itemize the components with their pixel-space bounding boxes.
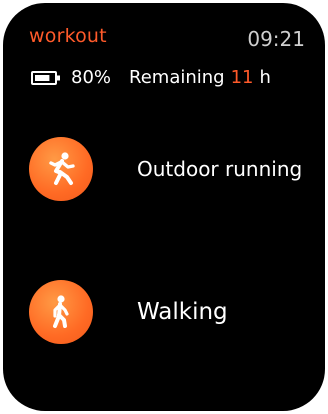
walking-person-icon: [29, 280, 93, 344]
activity-label-outdoor-running: Outdoor running: [137, 157, 303, 181]
battery-icon: [31, 70, 61, 86]
battery-percent: 80%: [71, 67, 112, 88]
running-person-icon: [29, 137, 93, 201]
remaining-label: Remaining: [129, 67, 225, 88]
activity-label-walking: Walking: [137, 299, 228, 325]
battery-status-row: 80% Remaining 11 h: [31, 67, 271, 88]
activity-item-walking[interactable]: Walking: [29, 280, 325, 344]
remaining-value: 11: [230, 67, 254, 88]
activity-item-outdoor-running[interactable]: Outdoor running: [29, 137, 325, 201]
app-title: workout: [29, 25, 107, 47]
watch-screen: workout 09:21 80% Remaining 11 h Outdoor…: [3, 3, 325, 411]
remaining-unit: h: [259, 67, 271, 88]
clock-time: 09:21: [247, 27, 305, 51]
